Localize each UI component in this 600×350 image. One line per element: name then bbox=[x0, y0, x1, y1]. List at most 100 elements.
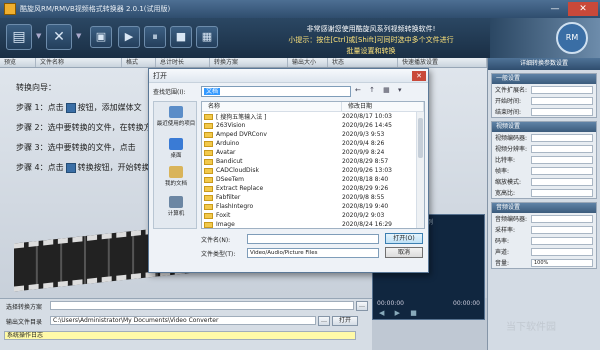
file-date: 2020/8/19 9:40 bbox=[342, 203, 389, 210]
playback-controls[interactable]: ◀ ▶ ■ bbox=[379, 309, 421, 317]
place-documents[interactable]: 我的文档 bbox=[156, 166, 196, 187]
file-name: FlashIntegro bbox=[202, 203, 342, 210]
setting-label: 缩放模式: bbox=[495, 179, 522, 186]
settings-icon[interactable]: ▦ bbox=[196, 26, 218, 48]
filetype-select[interactable]: Video/Audio/Picture Files bbox=[247, 248, 379, 258]
stop-icon[interactable]: ■ bbox=[170, 26, 192, 48]
framerate-select[interactable] bbox=[531, 166, 593, 175]
folder-icon bbox=[204, 131, 213, 138]
open-folder-button[interactable]: 打开 bbox=[332, 316, 358, 326]
file-name: Arduino bbox=[202, 140, 342, 147]
list-item[interactable]: CADCloudDisk 2020/9/26 13:03 bbox=[202, 166, 424, 175]
dialog-nav-icons[interactable]: ← ↑ ▦ ▾ bbox=[355, 86, 405, 94]
section-title: 音频设置 bbox=[492, 203, 596, 213]
file-date: 2020/8/29 9:26 bbox=[342, 185, 389, 192]
file-name: 263Vision bbox=[202, 122, 342, 129]
file-name: CADCloudDisk bbox=[202, 167, 342, 174]
end-time-field[interactable] bbox=[531, 107, 593, 116]
list-item[interactable]: Arduino 2020/9/4 8:26 bbox=[202, 139, 424, 148]
filename-label: 文件名(N): bbox=[201, 237, 231, 244]
guide-step-4-text: 步骤 4：点击 bbox=[16, 163, 64, 172]
settings-panel-title: 详细转换参数设置 bbox=[488, 58, 600, 70]
remove-icon[interactable]: ✕ bbox=[46, 24, 72, 50]
guide-step-4: 步骤 4：点击 转换按钮，开始转换 bbox=[16, 162, 150, 173]
column-header[interactable]: 状态 bbox=[328, 58, 398, 67]
list-item[interactable]: Fabfilter 2020/9/8 8:55 bbox=[202, 193, 424, 202]
folder-icon bbox=[204, 185, 213, 192]
guide-step-4-text-b: 转换按钮，开始转换 bbox=[77, 163, 150, 172]
system-log: 系统操作日志 bbox=[4, 331, 356, 340]
scheme-select[interactable] bbox=[50, 301, 354, 310]
file-name-text: Avatar bbox=[216, 149, 236, 156]
resolution-select[interactable] bbox=[531, 144, 593, 153]
list-item[interactable]: Foxit 2020/9/2 9:03 bbox=[202, 211, 424, 220]
file-name-text: 263Vision bbox=[216, 122, 246, 129]
output-dir-field[interactable]: C:\Users\Administrator\My Documents\Vide… bbox=[50, 316, 316, 325]
pause-icon[interactable]: ⏸ bbox=[144, 26, 166, 48]
audio-encoder-select[interactable] bbox=[531, 214, 593, 223]
setting-label: 开始时间: bbox=[495, 98, 522, 105]
browse-scheme-button[interactable]: … bbox=[356, 301, 368, 311]
audio-bitrate-select[interactable] bbox=[531, 236, 593, 245]
list-item[interactable]: 263Vision 2020/9/26 14:45 bbox=[202, 121, 424, 130]
column-header[interactable]: 总计时长 bbox=[156, 58, 210, 67]
column-header[interactable]: 格式 bbox=[122, 58, 156, 67]
chevron-down-icon[interactable]: ▼ bbox=[76, 32, 81, 40]
volume-select[interactable]: 100% bbox=[531, 258, 593, 267]
column-header[interactable]: 转换方案 bbox=[210, 58, 288, 67]
channels-select[interactable] bbox=[531, 247, 593, 256]
guide-step-2: 步骤 2：选中要转换的文件，在转换方 bbox=[16, 123, 152, 132]
open-button[interactable]: 打开(O) bbox=[385, 233, 423, 244]
list-item[interactable]: Extract Replace 2020/8/29 9:26 bbox=[202, 184, 424, 193]
folder-icon bbox=[204, 194, 213, 201]
screen-icon[interactable]: ▣ bbox=[90, 26, 112, 48]
start-time-field[interactable] bbox=[531, 96, 593, 105]
column-header[interactable]: 预览 bbox=[0, 58, 36, 67]
list-item[interactable]: Bandicut 2020/8/29 8:57 bbox=[202, 157, 424, 166]
file-name: Image bbox=[202, 221, 342, 228]
filename-input[interactable] bbox=[247, 234, 379, 244]
close-button[interactable]: ✕ bbox=[568, 2, 598, 16]
general-settings: 一般设置 文件扩展名: 开始时间: 结束时间: bbox=[491, 73, 597, 118]
scrollbar[interactable] bbox=[416, 112, 424, 228]
file-name-text: Image bbox=[216, 221, 235, 228]
minimize-button[interactable]: — bbox=[544, 2, 566, 16]
guide-step-1-text: 步骤 1：点击 bbox=[16, 103, 64, 112]
extension-field[interactable] bbox=[531, 85, 593, 94]
aspect-ratio-select[interactable] bbox=[531, 188, 593, 197]
list-item[interactable]: [ 搜狗五笔输入法 ] 2020/8/17 10:03 bbox=[202, 112, 424, 121]
list-item[interactable]: Image 2020/8/24 16:29 bbox=[202, 220, 424, 228]
column-name[interactable]: 名称 bbox=[202, 102, 342, 111]
lookin-label: 查找范围(I): bbox=[153, 89, 186, 96]
place-desktop[interactable]: 桌面 bbox=[156, 138, 196, 159]
guide-step-3: 步骤 3：选中要转换的文件，点击 bbox=[16, 143, 136, 152]
video-encoder-select[interactable] bbox=[531, 133, 593, 142]
chevron-down-icon[interactable]: ▼ bbox=[36, 32, 41, 40]
column-header[interactable]: 快速播放设置 bbox=[398, 58, 487, 67]
open-file-dialog: 打开 ✕ 查找范围(I): 文档 ← ↑ ▦ ▾ 最近使用的项目 桌面 我的文档… bbox=[148, 68, 429, 273]
bitrate-select[interactable] bbox=[531, 155, 593, 164]
browse-dir-button[interactable]: … bbox=[318, 316, 330, 326]
file-list-header: 预览 文件名称 格式 总计时长 转换方案 输出大小 状态 快速播放设置 bbox=[0, 58, 487, 68]
file-date: 2020/9/26 14:45 bbox=[342, 122, 392, 129]
dialog-close-button[interactable]: ✕ bbox=[412, 71, 426, 81]
column-date[interactable]: 修改日期 bbox=[342, 102, 424, 111]
scrollbar-thumb[interactable] bbox=[418, 118, 423, 158]
scale-mode-select[interactable] bbox=[531, 177, 593, 186]
file-name: Foxit bbox=[202, 212, 342, 219]
section-title: 视频设置 bbox=[492, 122, 596, 132]
place-recent[interactable]: 最近使用的项目 bbox=[156, 106, 196, 127]
play-icon[interactable]: ▶ bbox=[118, 26, 140, 48]
list-item[interactable]: DSeeTem 2020/8/18 8:40 bbox=[202, 175, 424, 184]
place-computer[interactable]: 计算机 bbox=[156, 196, 196, 217]
list-item[interactable]: Avatar 2020/9/9 8:24 bbox=[202, 148, 424, 157]
cancel-button[interactable]: 取消 bbox=[385, 247, 423, 258]
lookin-select[interactable]: 文档 bbox=[201, 86, 351, 97]
column-header[interactable]: 输出大小 bbox=[288, 58, 328, 67]
column-header[interactable]: 文件名称 bbox=[36, 58, 122, 67]
list-item[interactable]: Amped DVRConv 2020/9/3 9:53 bbox=[202, 130, 424, 139]
list-item[interactable]: FlashIntegro 2020/8/19 9:40 bbox=[202, 202, 424, 211]
sample-rate-select[interactable] bbox=[531, 225, 593, 234]
setting-label: 视频编码器: bbox=[495, 135, 528, 142]
add-file-icon[interactable]: ▤ bbox=[6, 24, 32, 50]
